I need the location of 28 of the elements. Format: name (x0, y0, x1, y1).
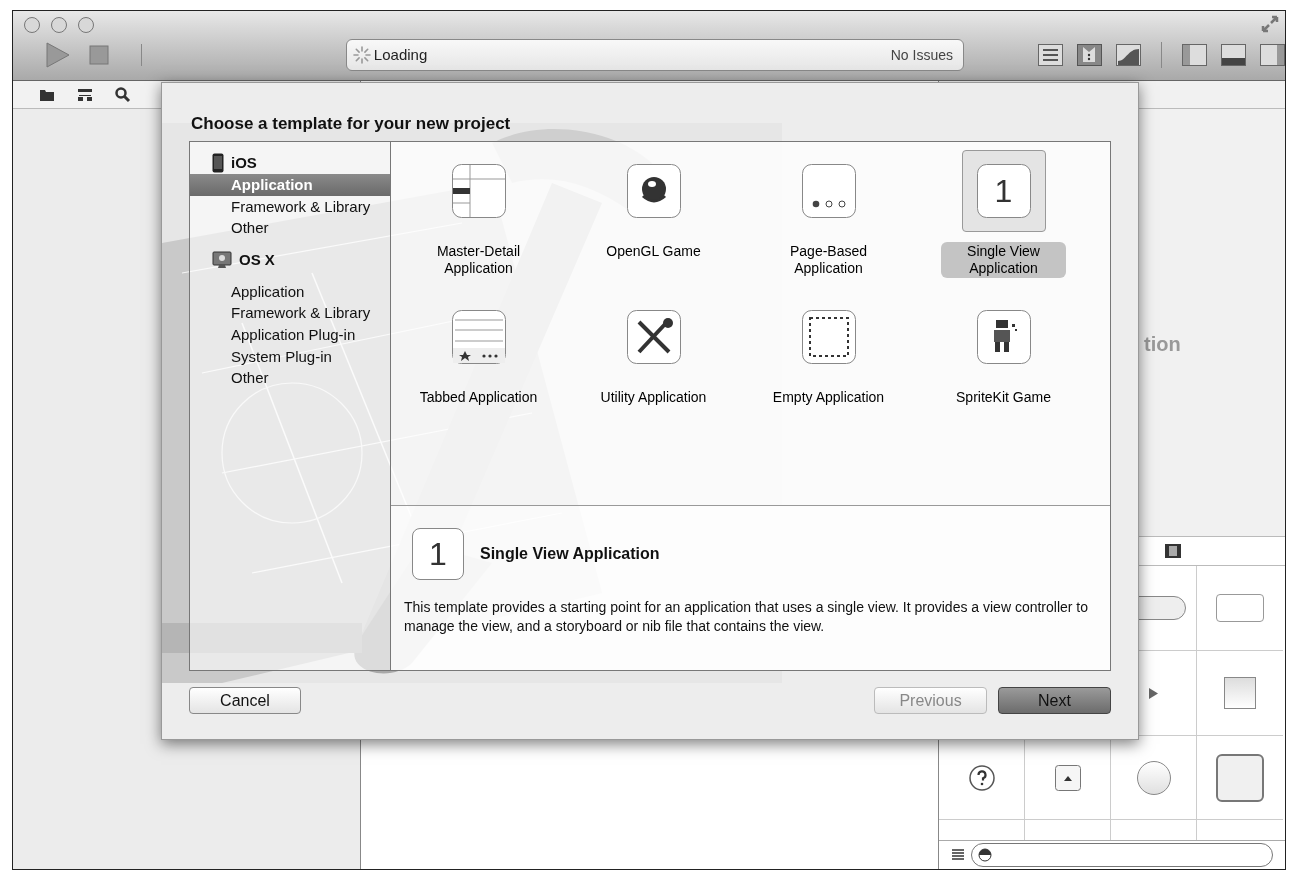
template-icon[interactable]: 1 (976, 164, 1031, 218)
template-label[interactable]: Tabbed Application (409, 388, 548, 407)
template-description: This template provides a starting point for an application that uses a single view. It provides a view controller to manage the view, and a storyboard or nib file that contains the view. (404, 598, 1090, 636)
no-selection-text: tion (1144, 333, 1181, 355)
issues-text: No Issues (890, 45, 954, 65)
category-item[interactable]: System Plug-in (190, 345, 390, 368)
template-label[interactable]: Empty Application (762, 388, 895, 407)
template-label[interactable]: Master-Detail Application (416, 242, 541, 278)
template-name: Single View Application (480, 544, 660, 564)
template-icon: 1 (412, 528, 464, 580)
platform-heading: iOS (231, 152, 257, 173)
category-item[interactable]: Other (190, 217, 390, 239)
category-item[interactable]: Framework & Library (190, 195, 390, 218)
template-label[interactable]: OpenGL Game (596, 242, 711, 261)
category-item[interactable]: Other (190, 367, 390, 389)
category-item[interactable]: Application (190, 280, 390, 303)
platform-heading: OS X (239, 249, 275, 270)
cancel-button[interactable]: Cancel (189, 687, 301, 714)
dialog-title: Choose a template for your new project (190, 113, 512, 135)
template-label[interactable]: Page-Based Application (766, 242, 891, 278)
category-item[interactable]: Framework & Library (190, 302, 390, 324)
template-label[interactable]: Utility Application (590, 388, 717, 407)
category-item[interactable]: Application Plug-in (190, 323, 390, 346)
status-text: Loading (373, 44, 428, 65)
category-item[interactable]: Application (190, 174, 390, 196)
template-label[interactable]: Single View Application (941, 242, 1066, 278)
template-label[interactable]: SpriteKit Game (946, 388, 1061, 407)
next-button[interactable]: Next (998, 687, 1111, 714)
